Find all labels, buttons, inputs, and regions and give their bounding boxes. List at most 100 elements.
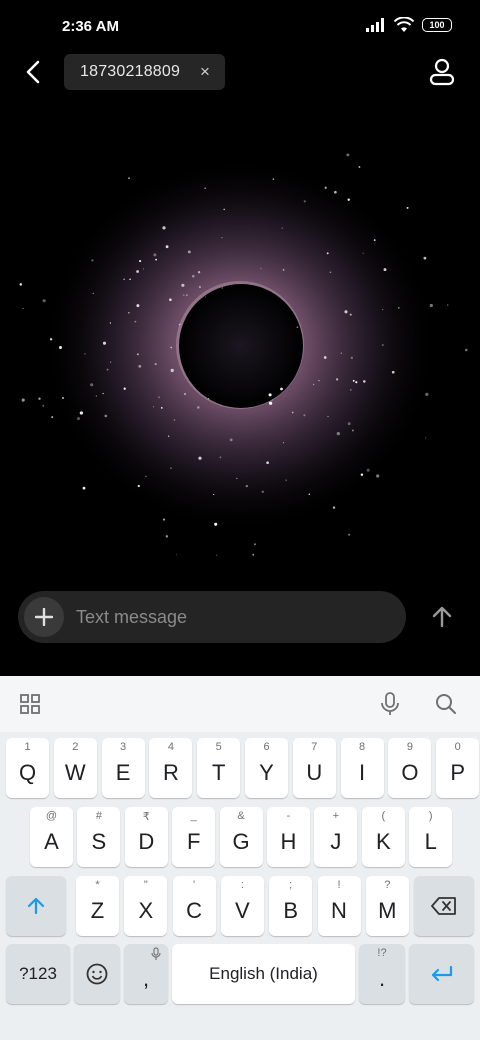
star [406,206,409,209]
key-o[interactable]: 9O [388,738,432,798]
voice-input-button[interactable] [376,690,404,718]
key-k[interactable]: (K [361,807,405,867]
star [178,323,181,326]
key-a[interactable]: @ A [30,807,73,867]
key-i[interactable]: 8I [340,738,384,798]
key-j[interactable]: + J [314,807,358,867]
key-hint: 9 [406,741,413,753]
star [376,474,380,478]
small-mic-icon [151,947,161,960]
star [383,268,387,272]
key-hint: 3 [120,741,127,753]
key-t[interactable]: 5T [197,738,241,798]
key-f[interactable]: _ F [172,807,216,867]
star [165,535,169,538]
star [347,422,351,426]
status-bar: 2:36 AM 100 [0,0,480,50]
microphone-icon [381,692,399,715]
keyboard: 1Q2W3E4R5T6Y7U8I9O0P @ A # S ₹ D _ F & G - H + J(K) L … [0,676,480,1040]
star [221,237,223,239]
key-m[interactable]: ? M [365,876,409,936]
key-l[interactable]: ) L [409,807,453,867]
star [308,493,311,496]
key-hint: " [143,879,148,891]
key-q[interactable]: 1Q [6,738,49,798]
star [334,190,337,194]
key-h[interactable]: -H [267,807,310,867]
period-key[interactable]: !? . [359,944,405,1004]
key-label: U [306,760,323,785]
key-d[interactable]: ₹ D [124,807,168,867]
attach-button[interactable] [24,597,64,637]
key-label: D [138,829,155,854]
key-s[interactable]: # S [77,807,121,867]
key-r[interactable]: 4R [149,738,193,798]
key-p[interactable]: 0P [436,738,480,798]
star [326,252,329,255]
grid-icon [20,694,40,714]
key-u[interactable]: 7U [292,738,336,798]
star [260,267,262,270]
back-button[interactable] [18,56,48,88]
star [350,356,354,360]
star [160,407,163,409]
star [162,226,166,230]
star [123,387,126,390]
contact-button[interactable] [428,58,456,86]
key-label: Q [18,760,37,785]
key-e[interactable]: 3E [101,738,145,798]
star [312,383,315,386]
remove-recipient-icon[interactable]: × [197,62,213,81]
message-input[interactable] [76,591,396,643]
star [145,475,147,477]
symbols-key[interactable]: ?123 [6,944,70,1004]
key-b[interactable]: ; B [269,876,313,936]
star [187,250,191,254]
key-hint: - [286,810,291,822]
back-arrow-icon [26,60,40,84]
star [347,198,350,201]
star [350,389,352,391]
apps-grid-button[interactable] [16,690,44,718]
key-hint: @ [45,810,58,822]
star [208,398,210,400]
space-bar[interactable]: English (India) [172,944,355,1004]
key-z[interactable]: * Z [76,876,119,936]
star [59,346,62,349]
key-label: F [186,829,201,854]
star [253,543,257,546]
star [373,239,376,242]
star [158,396,160,399]
star [102,341,107,345]
star [362,252,364,254]
send-button[interactable] [425,600,459,634]
star [155,258,157,261]
enter-key[interactable] [409,944,474,1004]
recipient-chip[interactable]: 18730218809 × [64,54,225,90]
period-hint: !? [377,947,387,959]
key-label: L [424,829,437,854]
key-hint: 7 [311,741,318,753]
comma-key[interactable]: , [124,944,168,1004]
keyboard-search-button[interactable] [432,690,460,718]
recipient-number: 18730218809 [80,63,181,80]
star [21,398,25,402]
key-label: E [115,760,131,785]
key-v[interactable]: :V [220,876,264,936]
star [229,438,233,442]
key-g[interactable]: & G [219,807,263,867]
key-w[interactable]: 2W [53,738,97,798]
star [336,431,340,436]
backspace-key[interactable] [414,876,474,936]
key-label: A [44,829,59,854]
emoji-key[interactable] [74,944,120,1004]
key-y[interactable]: 6Y [245,738,288,798]
key-n[interactable]: ! N [317,876,361,936]
star [136,270,140,273]
key-x[interactable]: " X [124,876,168,936]
key-hint: 5 [215,741,222,753]
key-c[interactable]: ' C [172,876,216,936]
star [324,186,327,189]
star [169,298,172,302]
shift-key[interactable] [6,876,66,936]
